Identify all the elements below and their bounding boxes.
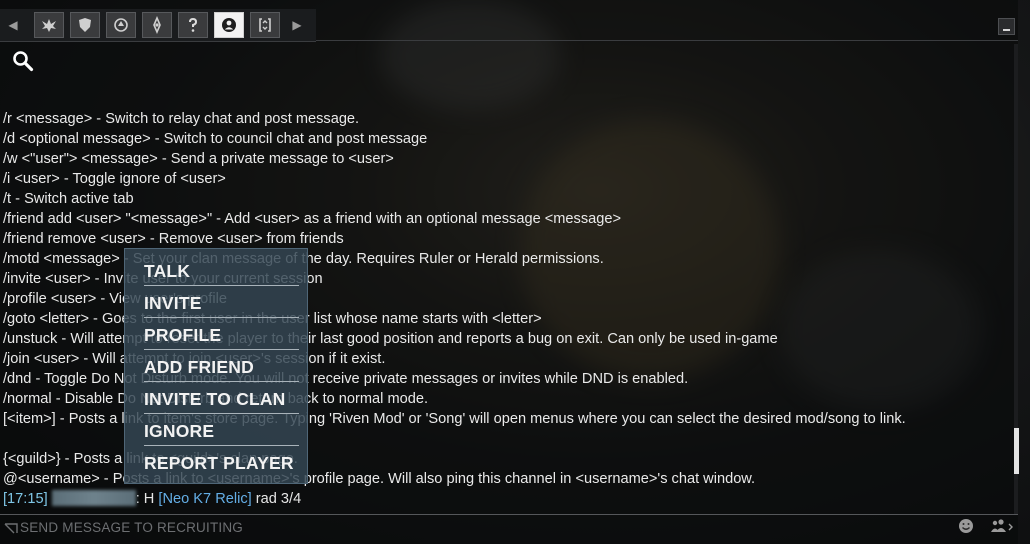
menu-divider — [144, 413, 299, 414]
user-context-menu: TALK INVITE PROFILE ADD FRIEND INVITE TO… — [124, 248, 308, 484]
chat-line: /t - Switch active tab — [3, 191, 134, 207]
message-prefix: : H — [135, 491, 155, 507]
context-add-friend[interactable]: ADD FRIEND — [144, 352, 300, 382]
menu-divider — [144, 445, 299, 446]
relic-item-link[interactable]: [Neo K7 Relic] — [158, 491, 251, 507]
users-list-icon[interactable] — [990, 518, 1014, 534]
scrollbar-thumb[interactable] — [1014, 428, 1019, 474]
chat-input[interactable]: SEND MESSAGE TO RECRUITING — [20, 518, 940, 538]
trade-icon — [259, 18, 271, 32]
context-invite[interactable]: INVITE — [144, 288, 300, 318]
chat-line: /friend remove <user> - Remove <user> fr… — [3, 231, 344, 247]
help-icon — [189, 17, 198, 32]
menu-divider — [144, 285, 299, 286]
tab-bar-divider — [316, 40, 1018, 41]
tab-compass[interactable] — [142, 12, 172, 38]
chat-message: [17:15] : H [Neo K7 Relic] rad 3/4 — [3, 489, 301, 509]
tab-winged-emblem[interactable] — [34, 12, 64, 38]
tab-clan[interactable] — [106, 12, 136, 38]
chat-line: /friend add <user> "<message>" - Add <us… — [3, 211, 622, 227]
compass-icon — [153, 16, 161, 34]
context-profile[interactable]: PROFILE — [144, 320, 300, 350]
input-divider — [0, 514, 1018, 515]
menu-divider — [144, 317, 299, 318]
context-talk[interactable]: TALK — [144, 256, 300, 286]
input-arrow-icon — [4, 523, 18, 534]
minimize-icon — [1003, 29, 1010, 31]
message-timestamp[interactable]: [17:15] — [3, 491, 48, 507]
recruiting-icon — [222, 18, 236, 32]
tab-scroll-right-icon[interactable]: ▶ — [290, 17, 304, 33]
context-report-player[interactable]: REPORT PLAYER — [144, 448, 300, 478]
menu-divider — [144, 381, 299, 382]
tab-trade[interactable] — [250, 12, 280, 38]
redacted-username[interactable] — [51, 490, 136, 506]
tab-shield[interactable] — [70, 12, 100, 38]
shield-icon — [79, 18, 91, 32]
minimize-button[interactable] — [998, 18, 1015, 35]
chat-line: /w <"user"> <message> - Send a private m… — [3, 151, 394, 167]
winged-emblem-icon — [42, 19, 56, 32]
tab-help[interactable] — [178, 12, 208, 38]
tab-recruiting[interactable] — [214, 12, 244, 38]
chat-line: /i <user> - Toggle ignore of <user> — [3, 171, 226, 187]
menu-divider — [144, 349, 299, 350]
emoji-icon[interactable] — [958, 518, 974, 534]
clan-emblem-icon — [114, 18, 128, 32]
chat-line: /d <optional message> - Switch to counci… — [3, 131, 428, 147]
chat-line: /r <message> - Switch to relay chat and … — [3, 111, 360, 127]
context-invite-to-clan[interactable]: INVITE TO CLAN — [144, 384, 300, 414]
tab-bar: ◀ ▶ — [0, 9, 316, 42]
message-text: rad 3/4 — [251, 491, 302, 507]
search-icon[interactable] — [12, 50, 34, 72]
context-ignore[interactable]: IGNORE — [144, 416, 300, 446]
tab-scroll-left-icon[interactable]: ◀ — [6, 17, 20, 33]
